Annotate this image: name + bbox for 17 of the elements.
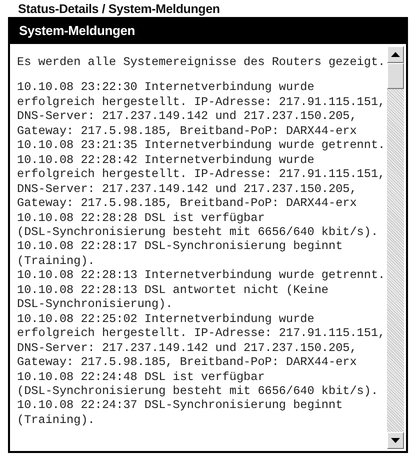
scroll-down-icon[interactable]	[387, 432, 404, 449]
log-entry: 10.10.08 22:28:28 DSL ist verfügbar (DSL-Synchronisierung besteht mit 6656/640 kbit/s).	[17, 210, 380, 240]
log-entry: 10.10.08 22:28:17 DSL-Synchronisierung beginnt (Training).	[17, 239, 344, 268]
log-entry: 10.10.08 22:25:02 Internetverbindung wurde erfolgreich hergestellt. IP-Adresse: 217.91.115.151, DNS-Server: 217.237.149.142 und 217.237.150.205, Gateway: 217.5.98.185, Breitband-PoP: DARX44-erx	[17, 312, 386, 370]
breadcrumb: Status-Details / System-Meldungen	[17, 1, 221, 17]
log-entry: 10.10.08 22:24:48 DSL ist verfügbar (DSL-Synchronisierung besteht mit 6656/640 kbit/s).	[17, 370, 380, 398]
scroll-up-icon[interactable]	[387, 46, 404, 63]
log-entry: 10.10.08 22:28:13 Internetverbindung wurde getrennt.	[17, 268, 386, 283]
log-entry: 10.10.08 23:21:35 Internetverbindung wurde getrennt.	[17, 138, 386, 153]
intro-text: Es werden alle Systemereignisse des Routers gezeigt.	[17, 55, 386, 70]
log-entry: 10.10.08 22:24:37 DSL-Synchronisierung beginnt (Training).	[17, 398, 344, 428]
log-entry: 10.10.08 22:28:13 DSL antwortet nicht (Keine DSL-Synchronisierung).	[17, 282, 330, 312]
log-entry: 10.10.08 23:22:30 Internetverbindung wurde erfolgreich hergestellt. IP-Adresse: 217.91.115.151, DNS-Server: 217.237.149.142 und 217.237.150.205, Gateway: 217.5.98.185, Breitband-PoP: DARX44-erx	[17, 80, 386, 138]
scrollbar-thumb[interactable]	[387, 63, 404, 89]
panel-title: System-Meldungen	[18, 22, 136, 40]
scrollbar[interactable]	[387, 46, 404, 449]
log-entry: 10.10.08 22:28:42 Internetverbindung wurde erfolgreich hergestellt. IP-Adresse: 217.91.115.151, DNS-Server: 217.237.149.142 und 217.237.150.205, Gateway: 217.5.98.185, Breitband-PoP: DARX44-erx	[17, 152, 386, 211]
